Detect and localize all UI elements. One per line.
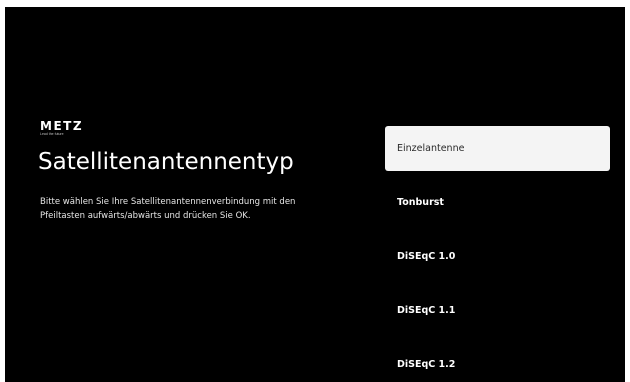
- tv-screen: METZ Lead the future Satellitenantennent…: [5, 7, 625, 382]
- option-diseqc-1-1[interactable]: DiSEqC 1.1: [385, 288, 610, 333]
- option-einzelantenne[interactable]: Einzelantenne: [385, 126, 610, 171]
- option-diseqc-1-2[interactable]: DiSEqC 1.2: [385, 342, 610, 382]
- brand-logo: METZ Lead the future: [40, 120, 83, 136]
- option-label: DiSEqC 1.0: [397, 251, 456, 262]
- option-diseqc-1-0[interactable]: DiSEqC 1.0: [385, 234, 610, 279]
- option-label: DiSEqC 1.1: [397, 305, 456, 316]
- page-description: Bitte wählen Sie Ihre Satellitenantennen…: [40, 197, 296, 221]
- option-label: Tonburst: [397, 197, 444, 208]
- metz-logo: METZ: [40, 119, 84, 133]
- option-label: Einzelantenne: [397, 143, 465, 154]
- antenna-type-list: Einzelantenne Tonburst DiSEqC 1.0 DiSEqC…: [385, 126, 610, 382]
- page-title: Satellitenantennentyp: [38, 149, 294, 175]
- option-label: DiSEqC 1.2: [397, 359, 456, 370]
- option-tonburst[interactable]: Tonburst: [385, 180, 610, 225]
